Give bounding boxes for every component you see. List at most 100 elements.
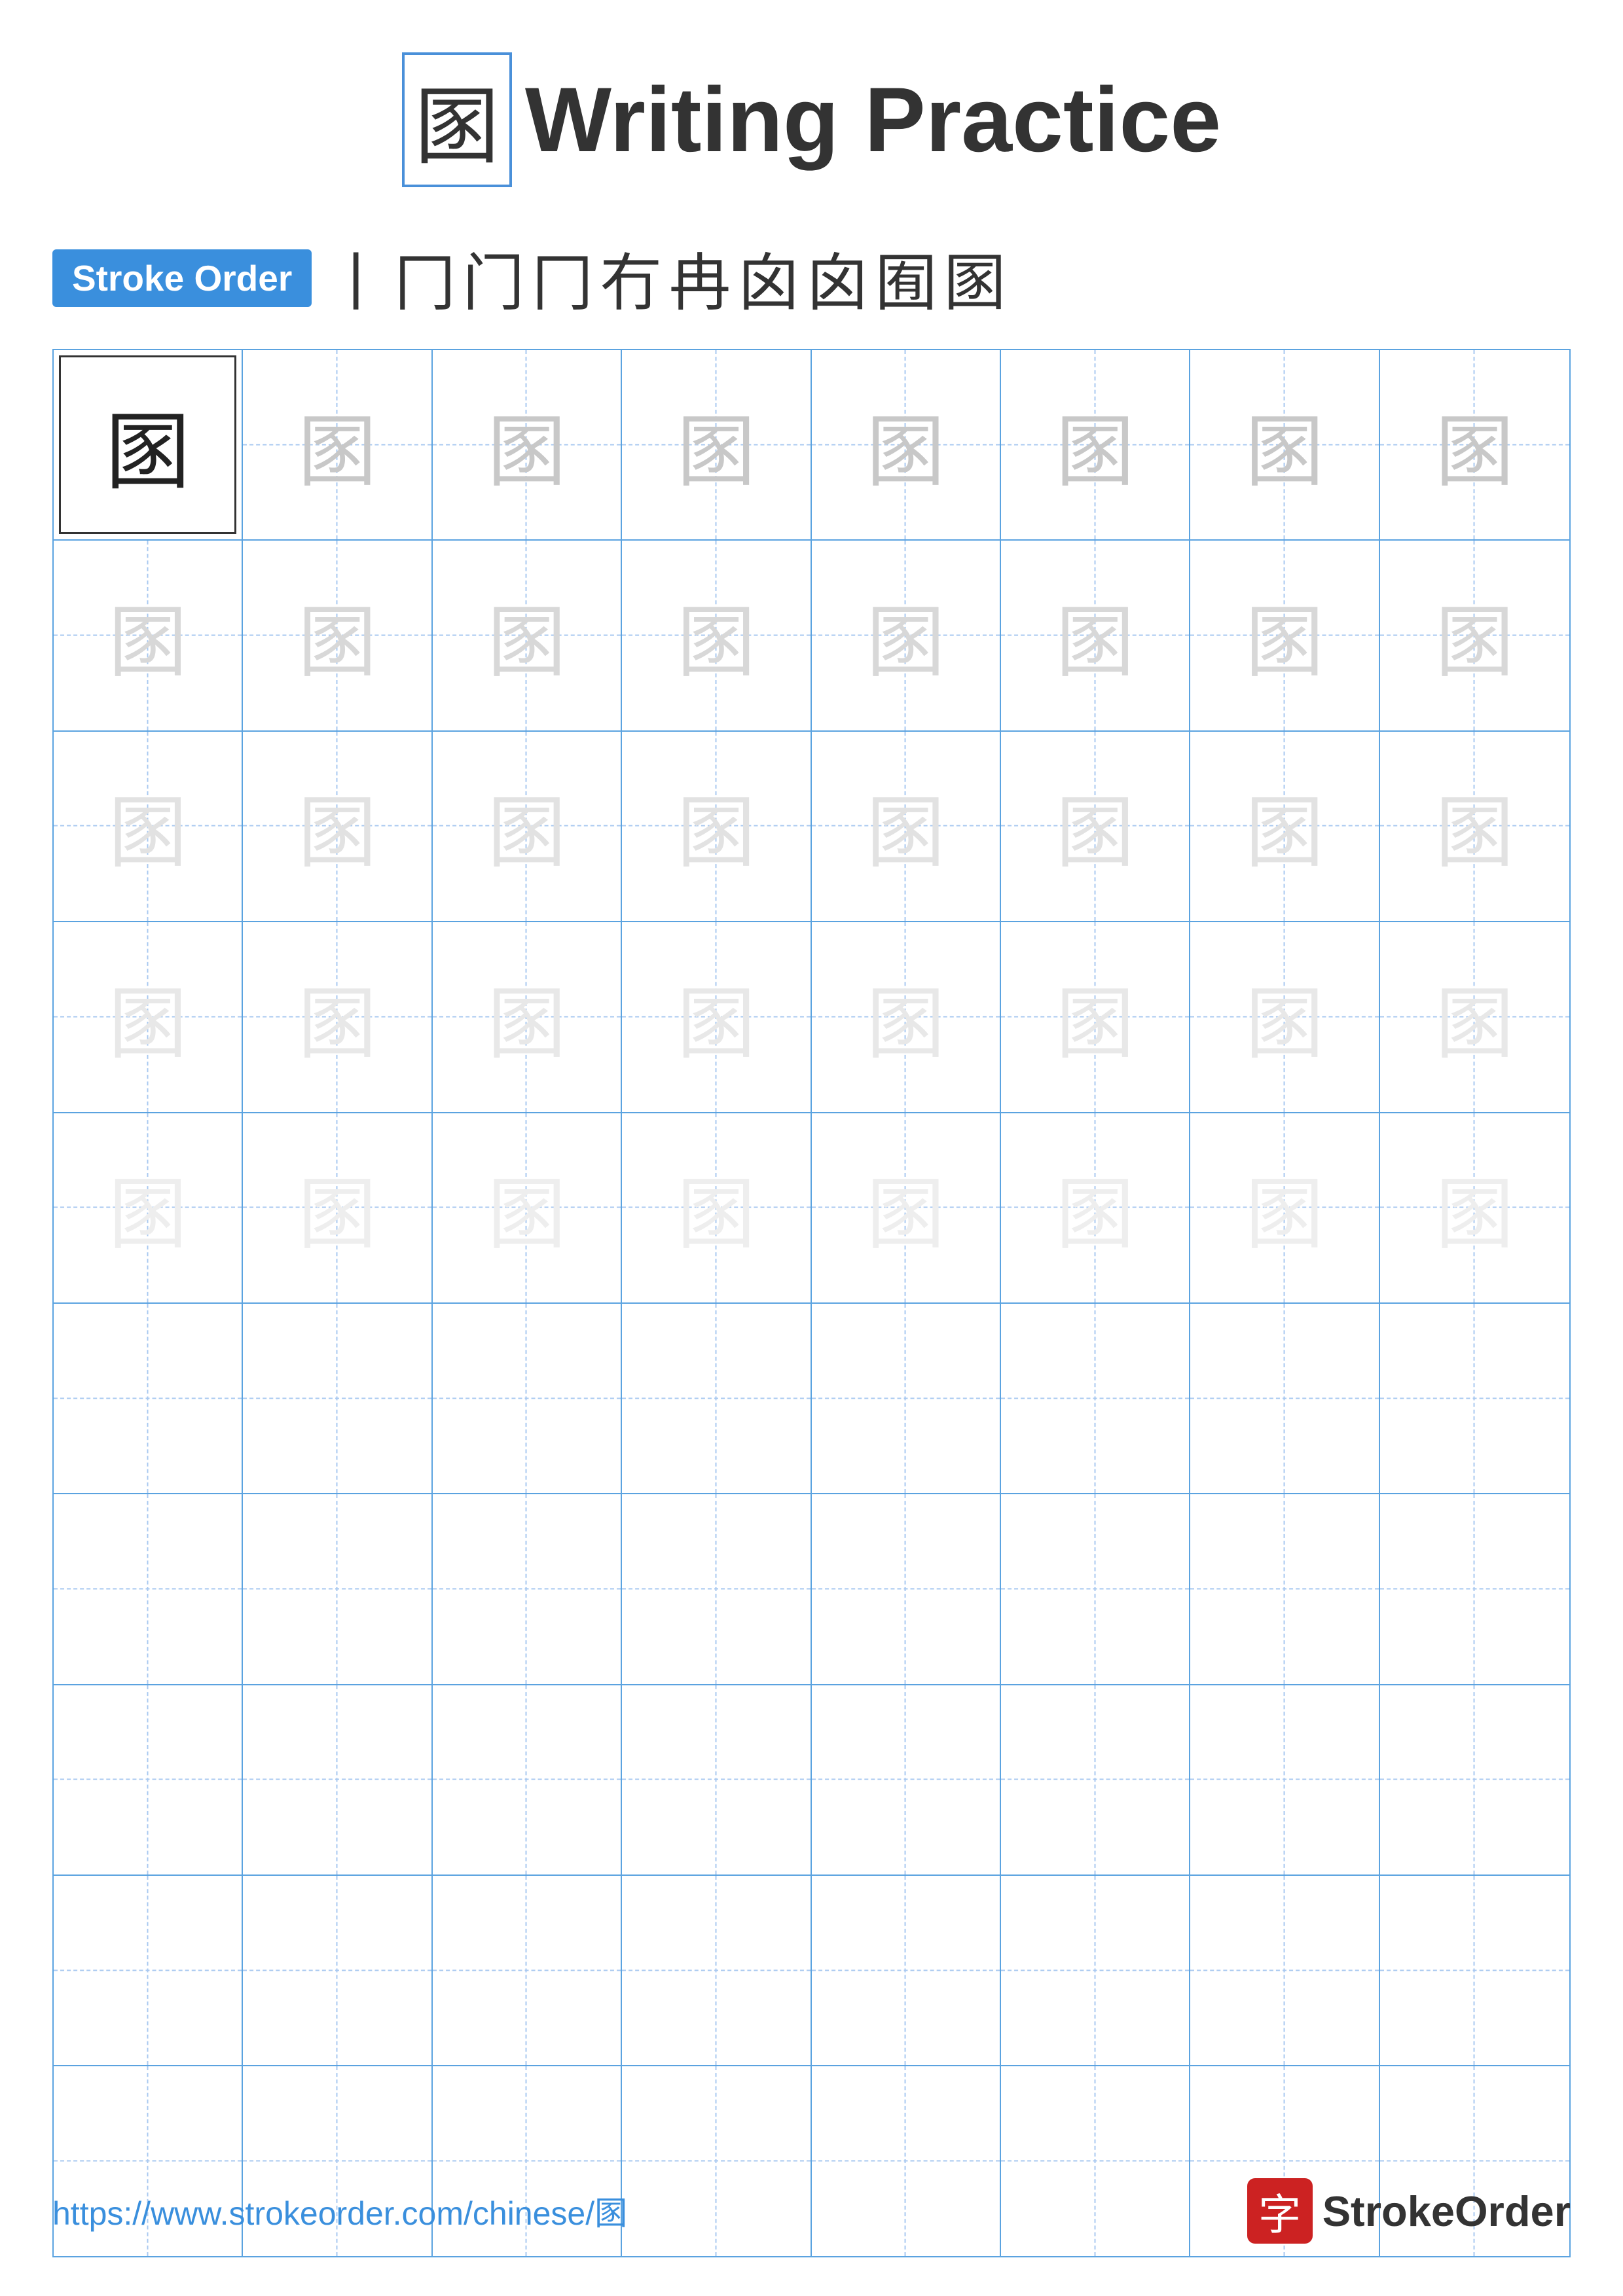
grid-cell[interactable]: 圂 [1190,541,1379,730]
grid-cell-blank[interactable] [433,1494,622,1683]
grid-cell-blank[interactable] [1380,1876,1569,2065]
grid-cell[interactable]: 圂 [1380,541,1569,730]
grid-row-blank[interactable] [54,1304,1569,1494]
grid-cell-blank[interactable] [1190,1494,1379,1683]
grid-cell[interactable]: 圂 [622,732,811,921]
grid-cell[interactable]: 圂 [433,922,622,1111]
grid-cell[interactable]: 圂 [1190,350,1379,539]
grid-cell-blank[interactable] [1001,1304,1190,1493]
footer-url[interactable]: https://www.strokeorder.com/chinese/圂 [52,2187,627,2234]
grid-cell[interactable]: 圂 [1380,1113,1569,1302]
grid-cell[interactable]: 圂 [1380,922,1569,1111]
logo-icon: 字 [1247,2178,1313,2244]
grid-cell[interactable]: 圂 [1190,1113,1379,1302]
grid-row-blank[interactable] [54,1494,1569,1685]
practice-grid[interactable]: 圂 圂 圂 圂 圂 圂 圂 圂 圂 圂 圂 圂 圂 圂 圂 圂 圂 圂 圂 圂 … [52,349,1571,2257]
grid-cell-blank[interactable] [433,1304,622,1493]
grid-cell[interactable]: 圂 [433,350,622,539]
grid-cell-blank[interactable] [622,1685,811,1874]
grid-cell[interactable]: 圂 [622,922,811,1111]
practice-char: 圂 [1435,579,1514,692]
grid-cell[interactable]: 圂 [1001,1113,1190,1302]
grid-cell-blank[interactable] [1001,1876,1190,2065]
grid-cell[interactable]: 圂 [433,541,622,730]
grid-cell[interactable]: 圂 [812,350,1001,539]
grid-cell[interactable]: 圂 [622,350,811,539]
stroke-4: 冂 [531,233,593,323]
grid-cell[interactable]: 圂 [812,922,1001,1111]
grid-cell[interactable]: 圂 [1001,922,1190,1111]
grid-cell-blank[interactable] [622,1304,811,1493]
grid-cell[interactable]: 圂 [54,732,243,921]
grid-cell[interactable]: 圂 [812,732,1001,921]
grid-cell-blank[interactable] [1190,1876,1379,2065]
title-character: 圂 [402,52,512,187]
grid-cell[interactable]: 圂 [243,732,432,921]
grid-cell[interactable]: 圂 [1380,350,1569,539]
grid-row-blank[interactable] [54,1876,1569,2066]
footer: https://www.strokeorder.com/chinese/圂 字 … [0,2178,1623,2244]
grid-cell[interactable]: 圂 [243,541,432,730]
practice-char: 圂 [1056,769,1135,883]
practice-char: 圂 [1245,769,1324,883]
grid-cell-blank[interactable] [54,1494,243,1683]
grid-cell-blank[interactable] [243,1685,432,1874]
grid-cell[interactable]: 圂 [1380,732,1569,921]
grid-cell[interactable]: 圂 [243,350,432,539]
grid-cell-blank[interactable] [433,1876,622,2065]
grid-cell-blank[interactable] [243,1304,432,1493]
grid-cell[interactable]: 圂 [812,1113,1001,1302]
practice-char: 圂 [1435,388,1514,502]
grid-cell-blank[interactable] [622,1494,811,1683]
grid-cell-blank[interactable] [812,1876,1001,2065]
grid-cell[interactable]: 圂 [433,732,622,921]
grid-cell[interactable]: 圂 [1001,350,1190,539]
grid-cell-blank[interactable] [812,1304,1001,1493]
grid-cell-blank[interactable] [1190,1685,1379,1874]
practice-char: 圂 [866,1151,945,1265]
stroke-5: 冇 [600,233,662,323]
practice-char: 圂 [677,769,756,883]
grid-cell-blank[interactable] [1380,1304,1569,1493]
grid-cell-blank[interactable] [54,1685,243,1874]
grid-cell-reference[interactable]: 圂 [54,350,243,539]
grid-cell-blank[interactable] [243,1494,432,1683]
grid-cell[interactable]: 圂 [54,922,243,1111]
practice-char: 圂 [1435,769,1514,883]
practice-char: 圂 [1245,388,1324,502]
grid-cell-blank[interactable] [1001,1685,1190,1874]
grid-cell-blank[interactable] [1380,1685,1569,1874]
practice-char: 圂 [866,960,945,1074]
grid-cell[interactable]: 圂 [622,541,811,730]
grid-cell[interactable]: 圂 [1001,732,1190,921]
grid-cell-blank[interactable] [1190,1304,1379,1493]
grid-cell-blank[interactable] [812,1494,1001,1683]
grid-row-blank[interactable] [54,1685,1569,1876]
practice-char: 圂 [1245,1151,1324,1265]
practice-char: 圂 [677,960,756,1074]
grid-cell[interactable]: 圂 [54,1113,243,1302]
grid-cell-blank[interactable] [54,1876,243,2065]
grid-cell-blank[interactable] [243,1876,432,2065]
grid-cell[interactable]: 圂 [1001,541,1190,730]
grid-cell-blank[interactable] [812,1685,1001,1874]
grid-cell[interactable]: 圂 [433,1113,622,1302]
practice-char: 圂 [298,579,376,692]
grid-row: 圂 圂 圂 圂 圂 圂 圂 圂 [54,732,1569,922]
grid-cell-blank[interactable] [433,1685,622,1874]
grid-cell[interactable]: 圂 [1190,732,1379,921]
grid-cell-blank[interactable] [54,1304,243,1493]
grid-cell-blank[interactable] [1380,1494,1569,1683]
grid-row: 圂 圂 圂 圂 圂 圂 圂 圂 [54,922,1569,1113]
grid-cell-blank[interactable] [1001,1494,1190,1683]
grid-cell-blank[interactable] [622,1876,811,2065]
grid-cell[interactable]: 圂 [812,541,1001,730]
practice-char: 圂 [866,579,945,692]
grid-cell[interactable]: 圂 [243,922,432,1111]
practice-char: 圂 [1056,579,1135,692]
grid-cell[interactable]: 圂 [1190,922,1379,1111]
stroke-3: 门 [462,233,524,323]
grid-cell[interactable]: 圂 [622,1113,811,1302]
grid-cell[interactable]: 圂 [243,1113,432,1302]
grid-cell[interactable]: 圂 [54,541,243,730]
